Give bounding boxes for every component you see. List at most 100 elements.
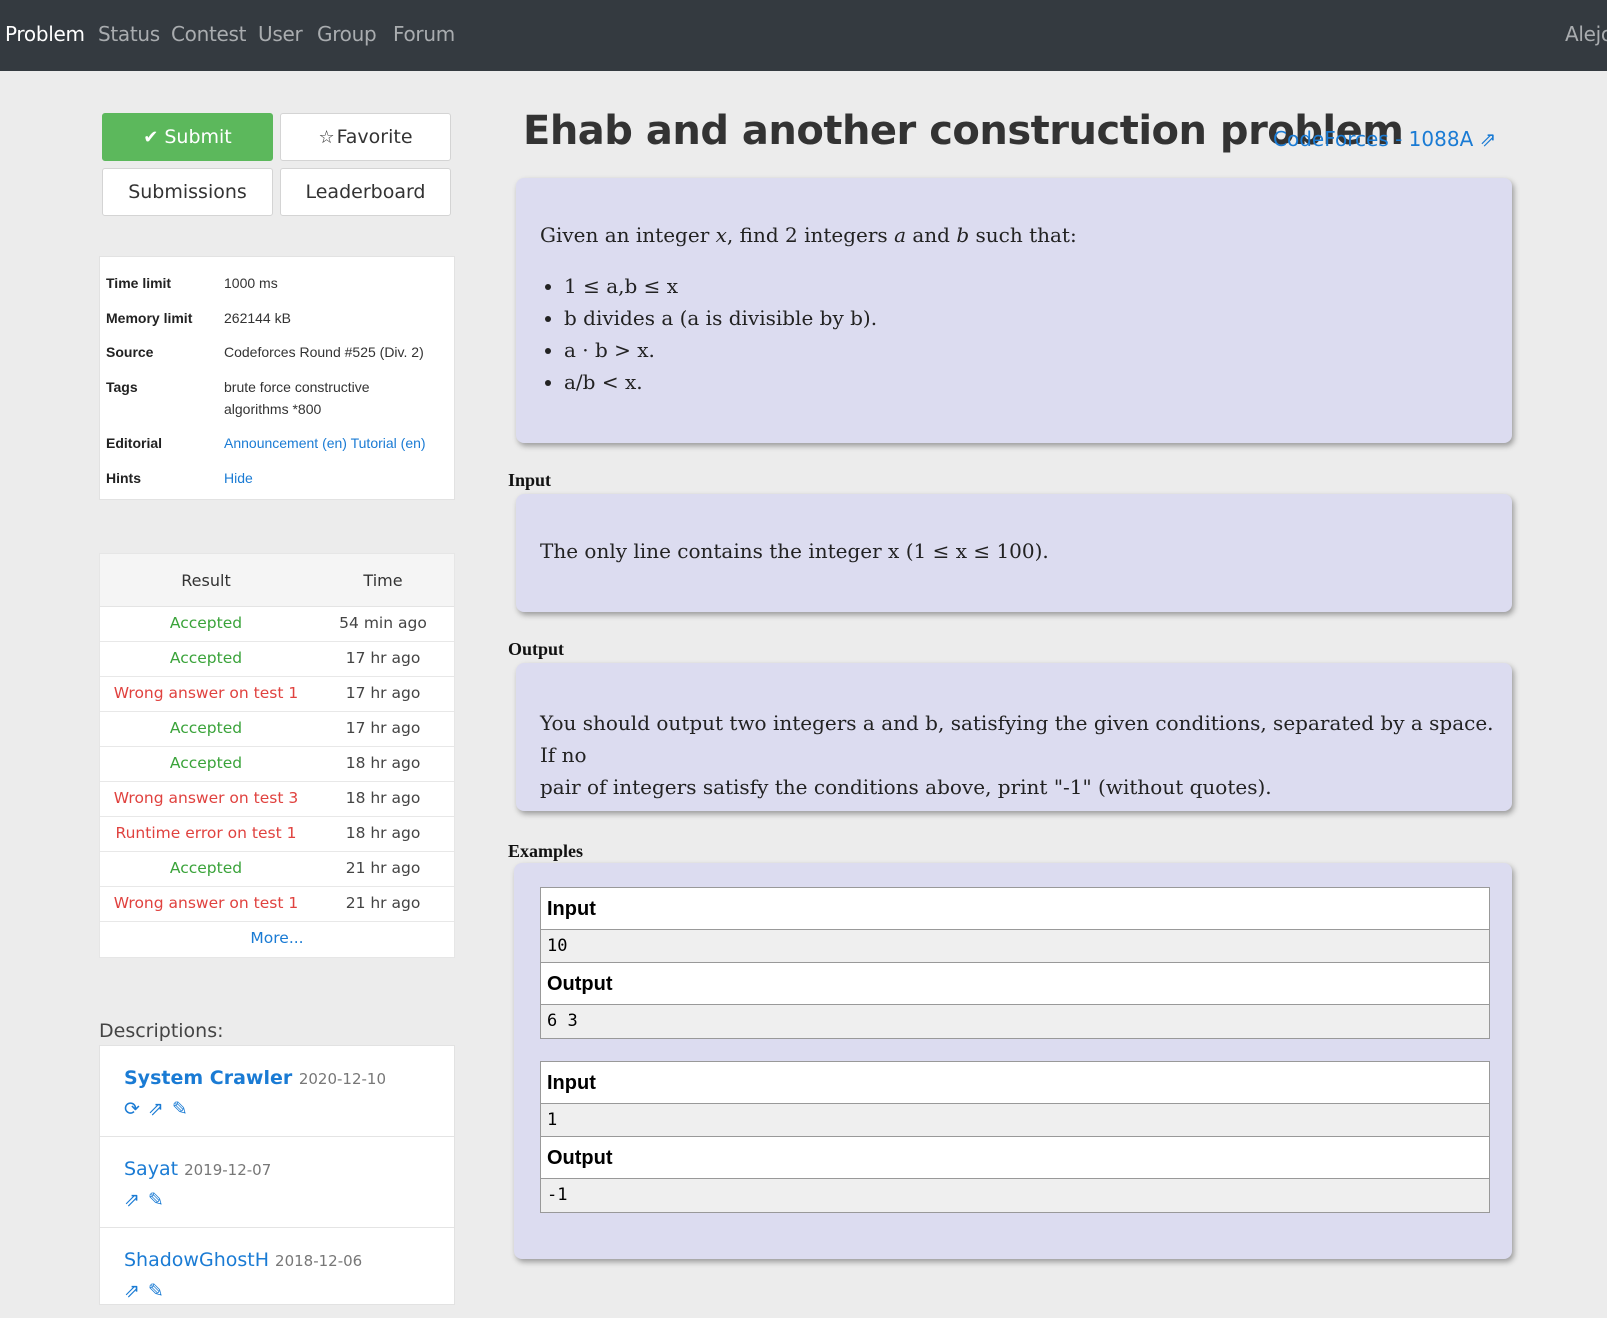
nav-user-account[interactable]: Alejo	[1565, 22, 1607, 46]
statement-text: , find 2 integers	[726, 223, 895, 247]
examples-box: Input 10 Output 6 3 Input 1 Output -1	[514, 863, 1512, 1259]
example-output-header: Output	[541, 963, 1489, 1005]
editorial-tutorial-link[interactable]: Tutorial (en)	[351, 435, 426, 451]
output-text-line-2: pair of integers satisfy the conditions …	[540, 775, 1272, 799]
result-row[interactable]: Wrong answer on test 1 21 hr ago	[100, 886, 454, 922]
problem-info-panel: Time limit 1000 ms Memory limit 262144 k…	[99, 256, 455, 500]
output-text-line-1: You should output two integers a and b, …	[540, 711, 1494, 767]
external-link-icon[interactable]: ⇗	[124, 1281, 140, 1302]
source-label: Source	[106, 344, 154, 360]
nav-status[interactable]: Status	[98, 22, 160, 46]
input-text: The only line contains the integer x (1 …	[540, 539, 1049, 563]
favorite-label: Favorite	[336, 126, 413, 148]
tags-value: brute force constructive algorithms *800	[224, 376, 370, 420]
results-more-row: More...	[100, 921, 454, 957]
description-date: 2020-12-10	[298, 1070, 387, 1088]
description-author[interactable]: Sayat 2019-12-07	[124, 1158, 271, 1180]
memory-limit-value: 262144 kB	[224, 310, 291, 326]
example-input-header: Input	[541, 888, 1489, 930]
description-author[interactable]: System Crawler 2020-12-10	[124, 1067, 386, 1089]
description-author-name: Sayat	[124, 1158, 179, 1180]
result-time: 18 hr ago	[345, 754, 421, 772]
result-time: 54 min ago	[339, 614, 427, 632]
input-box: The only line contains the integer x (1 …	[516, 494, 1512, 612]
result-time: 17 hr ago	[345, 649, 421, 667]
example-output-value[interactable]: 6 3	[541, 1005, 1489, 1038]
conditions-list: 1 ≤ a,b ≤ x b divides a (a is divisible …	[516, 274, 877, 402]
statement-var-a: a	[894, 223, 906, 247]
output-text: You should output two integers a and b, …	[540, 707, 1500, 803]
results-col-result: Result	[181, 571, 231, 590]
external-link-icon[interactable]: ⇗	[124, 1190, 140, 1211]
favorite-button[interactable]: ☆ Favorite	[280, 113, 451, 161]
description-author-name: System Crawler	[124, 1067, 293, 1089]
statement-var-b: b	[956, 223, 970, 247]
submissions-button[interactable]: Submissions	[102, 168, 273, 216]
example-output-header: Output	[541, 1137, 1489, 1179]
result-row[interactable]: Accepted 17 hr ago	[100, 641, 454, 677]
editorial-links: Announcement (en) Tutorial (en)	[224, 432, 426, 454]
statement-text: Given an integer	[540, 223, 716, 247]
examples-section-label: Examples	[508, 841, 584, 861]
result-row[interactable]: Wrong answer on test 3 18 hr ago	[100, 781, 454, 817]
problem-source-link-text: CodeForces - 1088A	[1273, 127, 1474, 151]
result-time: 17 hr ago	[345, 719, 421, 737]
submit-button[interactable]: ✔ Submit	[102, 113, 273, 161]
nav-forum[interactable]: Forum	[393, 22, 455, 46]
descriptions-panel: System Crawler 2020-12-10 ⟳ ⇗ ✎ Sayat 2019…	[99, 1045, 455, 1305]
result-status: Accepted	[169, 859, 243, 877]
description-author[interactable]: ShadowGhostH 2018-12-06	[124, 1249, 362, 1271]
description-actions: ⇗ ✎	[124, 1280, 172, 1303]
submissions-label: Submissions	[128, 181, 247, 203]
statement-var-x: x	[715, 223, 727, 247]
result-status: Runtime error on test 1	[115, 824, 297, 842]
statement-text: and	[906, 223, 957, 247]
output-section-label: Output	[508, 639, 565, 659]
problem-source-link[interactable]: CodeForces - 1088A ⇗	[1273, 127, 1496, 151]
description-item: System Crawler 2020-12-10 ⟳ ⇗ ✎	[100, 1046, 454, 1137]
more-results-link[interactable]: More...	[100, 929, 454, 947]
nav-user[interactable]: User	[258, 22, 303, 46]
example-input-value[interactable]: 10	[541, 930, 1489, 963]
example-input-value[interactable]: 1	[541, 1104, 1489, 1137]
result-row[interactable]: Accepted 17 hr ago	[100, 711, 454, 747]
source-value: Codeforces Round #525 (Div. 2)	[224, 344, 424, 360]
result-row[interactable]: Accepted 54 min ago	[100, 606, 454, 642]
time-limit-value: 1000 ms	[224, 275, 278, 291]
edit-icon[interactable]: ✎	[148, 1281, 164, 1302]
condition-item: a/b < x.	[564, 370, 877, 402]
edit-icon[interactable]: ✎	[172, 1099, 188, 1120]
example-output-value[interactable]: -1	[541, 1179, 1489, 1212]
statement-box: Given an integer x, find 2 integers a an…	[516, 178, 1512, 443]
submit-label: Submit	[164, 126, 232, 148]
result-row[interactable]: Wrong answer on test 1 17 hr ago	[100, 676, 454, 712]
example-table: Input 1 Output -1	[540, 1061, 1490, 1213]
result-row[interactable]: Accepted 21 hr ago	[100, 851, 454, 887]
example-input-header: Input	[541, 1062, 1489, 1104]
result-status: Wrong answer on test 1	[113, 894, 299, 912]
edit-icon[interactable]: ✎	[148, 1190, 164, 1211]
nav-group[interactable]: Group	[317, 22, 377, 46]
editorial-label: Editorial	[106, 435, 163, 451]
result-status: Wrong answer on test 1	[113, 684, 299, 702]
result-row[interactable]: Runtime error on test 1 18 hr ago	[100, 816, 454, 852]
result-time: 21 hr ago	[345, 859, 421, 877]
output-box: You should output two integers a and b, …	[516, 663, 1512, 811]
statement-intro: Given an integer x, find 2 integers a an…	[540, 223, 1077, 247]
leaderboard-button[interactable]: Leaderboard	[280, 168, 451, 216]
leaderboard-label: Leaderboard	[305, 181, 426, 203]
nav-contest[interactable]: Contest	[171, 22, 246, 46]
hints-toggle-link[interactable]: Hide	[224, 467, 253, 489]
refresh-icon[interactable]: ⟳	[124, 1099, 140, 1120]
nav-problem[interactable]: Problem	[5, 22, 85, 46]
results-col-time: Time	[363, 571, 403, 590]
top-navbar: Problem Status Contest User Group Forum …	[0, 0, 1607, 71]
result-row[interactable]: Accepted 18 hr ago	[100, 746, 454, 782]
check-icon: ✔	[143, 126, 159, 148]
recent-results-panel: Result Time Accepted 54 min ago Accepted 1…	[99, 553, 455, 958]
result-status: Accepted	[169, 649, 243, 667]
editorial-announcement-link[interactable]: Announcement (en)	[224, 435, 347, 451]
condition-item: b divides a (a is divisible by b).	[564, 306, 877, 338]
problem-title: Ehab and another construction problem	[523, 108, 1404, 154]
external-link-icon[interactable]: ⇗	[148, 1099, 164, 1120]
